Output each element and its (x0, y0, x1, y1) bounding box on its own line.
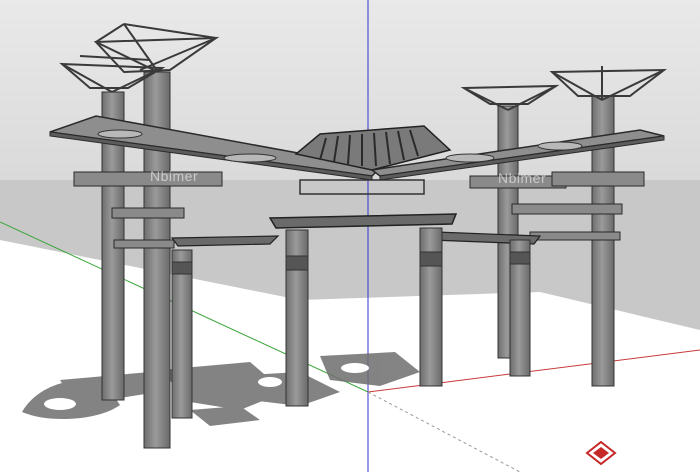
short-column-4 (509, 239, 531, 377)
scene-canvas (0, 0, 700, 472)
watermark-left: Nbimer (150, 168, 199, 184)
watermark-right: Nbimer (498, 170, 547, 186)
short-column-1 (171, 249, 193, 419)
short-column-2 (285, 229, 309, 407)
red-diamond-logo-icon (584, 440, 618, 466)
model-viewport: Nbimer Nbimer (0, 0, 700, 472)
short-column-3 (419, 227, 443, 387)
